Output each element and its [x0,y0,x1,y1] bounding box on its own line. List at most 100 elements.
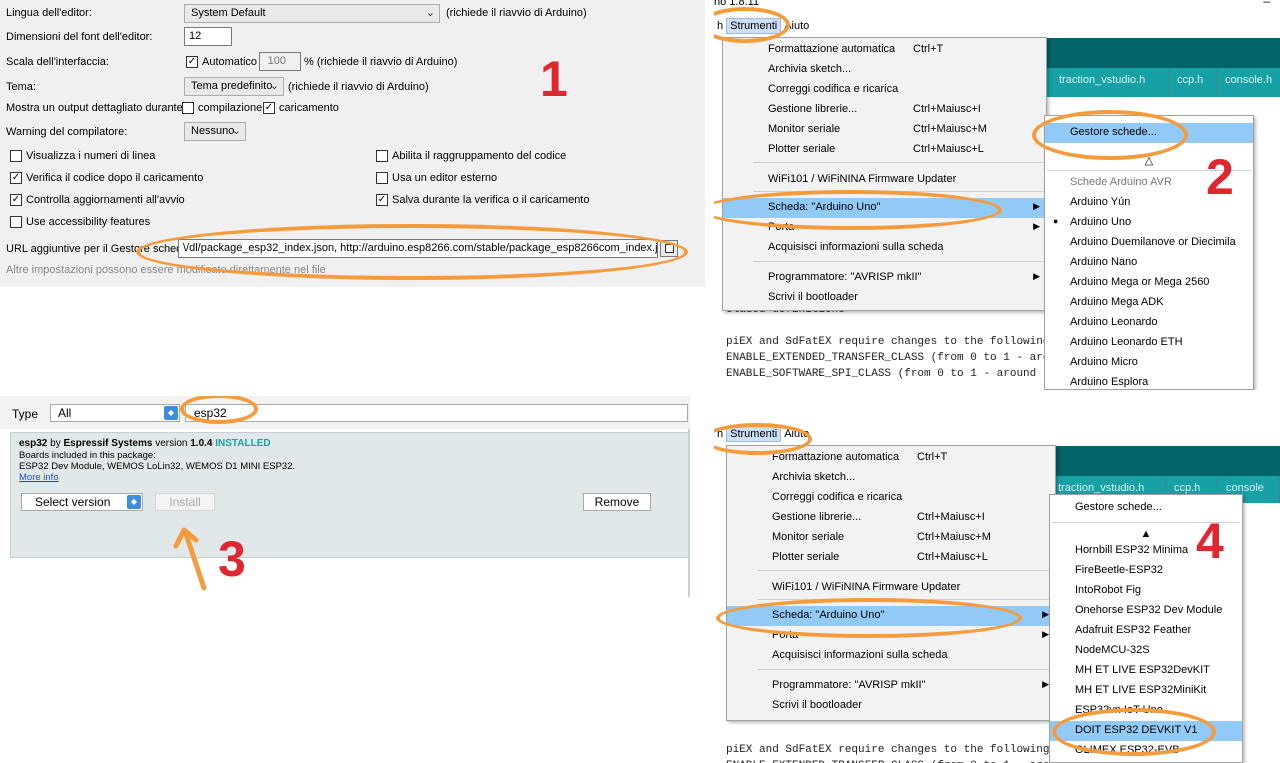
font-size-input[interactable]: 12 [184,27,232,46]
menu-item-label: Scheda: "Arduino Uno" [772,609,885,621]
menu-shortcut: Ctrl+Maiusc+L [913,143,984,155]
board-item[interactable]: Onehorse ESP32 Dev Module [1050,601,1242,621]
external-editor-checkbox[interactable] [376,172,388,184]
installed-badge: INSTALLED [215,438,271,449]
editor-language-dropdown[interactable]: System Default ⌄ [184,4,440,23]
menu-item[interactable]: WiFi101 / WiFiNINA Firmware Updater [727,578,1055,598]
remove-button[interactable]: Remove [583,493,651,511]
menu-item[interactable]: Porta ▶ [723,218,1046,238]
menu-item[interactable]: Gestione librerie... Ctrl+Maiusc+I [723,100,1046,120]
editor-language-label: Lingua dell'editor: [6,7,92,19]
submenu-arrow-icon: ▶ [1033,201,1040,211]
menu-item[interactable]: Acquisisci informazioni sulla scheda [727,646,1055,666]
theme-dropdown[interactable]: Tema predefinito ⌄ [184,77,284,96]
menubar: h Strumenti Aiuto [714,18,812,36]
tab-file[interactable]: ccp.h [1169,68,1217,95]
menu-help[interactable]: Aiuto [781,427,812,441]
save-on-verify-checkbox[interactable]: ✓ [376,194,388,206]
menu-item-label: Correggi codifica e ricarica [772,491,903,503]
menu-item[interactable]: Archivia sketch... [723,60,1046,80]
menu-item[interactable]: Formattazione automatica Ctrl+T [727,448,1055,468]
restart-note: (richiede il riavvio di Arduino) [446,7,587,19]
board-item[interactable]: ESP32vn IoT Uno [1050,701,1242,721]
board-item[interactable]: Adafruit ESP32 Feather [1050,621,1242,641]
board-item[interactable]: Arduino Nano [1045,253,1253,273]
board-item[interactable]: Arduino Mega or Mega 2560 [1045,273,1253,293]
board-item[interactable]: OLIMEX ESP32-EVB [1050,741,1242,761]
step-number-2: 2 [1206,149,1234,205]
menu-item[interactable]: Correggi codifica e ricarica [723,80,1046,100]
menu-shortcut: Ctrl+Maiusc+I [917,511,985,523]
search-input[interactable]: esp32 [185,404,688,422]
package-card: esp32 by Espressif Systems version 1.0.4… [10,432,690,558]
menu-help[interactable]: Aiuto [781,19,812,33]
menu-sketch-partial[interactable]: h [714,19,726,33]
menu-item[interactable]: Scrivi il bootloader [727,696,1055,716]
menu-item[interactable]: Programmatore: "AVRISP mkII" ▶ [723,268,1046,288]
board-item[interactable]: Arduino Esplora [1045,373,1253,390]
menu-item[interactable]: Archivia sketch... [727,468,1055,488]
menu-item-label: Acquisisci informazioni sulla scheda [772,649,948,661]
edit-urls-button[interactable] [660,240,678,257]
board-item[interactable]: Arduino Duemilanove or Diecimila [1045,233,1253,253]
accessibility-checkbox[interactable] [10,216,22,228]
board-item[interactable]: Gestore schede... [1045,123,1253,143]
scale-input[interactable]: 100 [259,52,301,71]
menu-item[interactable]: Plotter seriale Ctrl+Maiusc+L [723,140,1046,160]
menu-item[interactable]: Monitor seriale Ctrl+Maiusc+M [723,120,1046,140]
menu-item[interactable]: Plotter seriale Ctrl+Maiusc+L [727,548,1055,568]
menu-item[interactable]: Porta ▶ [727,626,1055,646]
code-folding-checkbox[interactable] [376,150,388,162]
menu-item-label: Scrivi il bootloader [768,291,858,303]
verbose-label: Mostra un output dettagliato durante: [6,102,186,114]
menu-item[interactable]: Formattazione automatica Ctrl+T [723,40,1046,60]
menu-tools[interactable]: Strumenti [726,18,782,34]
verbose-upload-checkbox[interactable]: ✓ [263,102,275,114]
menu-shortcut: Ctrl+Maiusc+M [917,531,991,543]
menu-item[interactable]: Correggi codifica e ricarica [727,488,1055,508]
minimize-button[interactable]: – [1263,0,1270,8]
menu-item[interactable]: Gestione librerie... Ctrl+Maiusc+I [727,508,1055,528]
menu-item[interactable]: Scheda: "Arduino Uno" ▶ [727,606,1055,626]
tab-file[interactable]: console.h [1217,68,1280,95]
menu-item[interactable]: Scrivi il bootloader [723,288,1046,308]
board-item[interactable]: Arduino Leonardo [1045,313,1253,333]
warnings-dropdown[interactable]: Nessuno ⌄ [184,122,246,141]
menu-item[interactable]: Scheda: "Arduino Uno" ▶ [723,198,1046,218]
scrollbar[interactable] [688,429,690,597]
board-item[interactable]: MH ET LIVE ESP32MiniKit [1050,681,1242,701]
more-info-link[interactable]: More info [19,472,59,483]
menu-sketch-partial[interactable]: h [714,427,726,441]
scale-auto-checkbox[interactable]: ✓ [186,56,198,68]
menu-item[interactable]: WiFi101 / WiFiNINA Firmware Updater [723,170,1046,190]
line-numbers-checkbox[interactable] [10,150,22,162]
menu-tools[interactable]: Strumenti [726,426,782,442]
code-line: piEX and SdFatEX require changes to the … [726,744,1050,756]
menu-item[interactable]: Programmatore: "AVRISP mkII" ▶ [727,676,1055,696]
submenu-arrow-icon: ▶ [1042,629,1049,639]
tab-file[interactable]: traction_vstudio.h [1051,68,1169,95]
menu-item[interactable]: Acquisisci informazioni sulla scheda [723,238,1046,258]
verify-after-upload-checkbox[interactable]: ✓ [10,172,22,184]
verbose-compile-checkbox[interactable] [182,102,194,114]
menu-item-label: WiFi101 / WiFiNINA Firmware Updater [768,173,957,185]
check-updates-checkbox[interactable]: ✓ [10,194,22,206]
board-item[interactable]: NodeMCU-32S [1050,641,1242,661]
boards-label: Boards included in this package: [19,450,156,461]
window-title: no 1.8.11 [714,0,760,8]
board-item[interactable]: Arduino Uno [1045,213,1253,233]
install-button[interactable]: Install [155,493,215,511]
board-item[interactable]: Arduino Micro [1045,353,1253,373]
board-item[interactable]: Arduino Mega ADK [1045,293,1253,313]
select-version-dropdown[interactable]: Select version ◆ [21,493,143,511]
menu-item[interactable]: Monitor seriale Ctrl+Maiusc+M [727,528,1055,548]
code-line: ENABLE_EXTENDED_TRANSFER_CLASS (from 0 t… [726,352,1057,364]
board-urls-input[interactable]: \/dl/package_esp32_index.json, http://ar… [178,239,658,258]
board-item[interactable]: DOIT ESP32 DEVKIT V1 [1050,721,1242,741]
board-item[interactable]: Arduino Leonardo ETH [1045,333,1253,353]
type-dropdown[interactable]: All ◆ [50,404,180,422]
board-item[interactable]: MH ET LIVE ESP32DevKIT [1050,661,1242,681]
board-item[interactable]: IntoRobot Fig [1050,581,1242,601]
